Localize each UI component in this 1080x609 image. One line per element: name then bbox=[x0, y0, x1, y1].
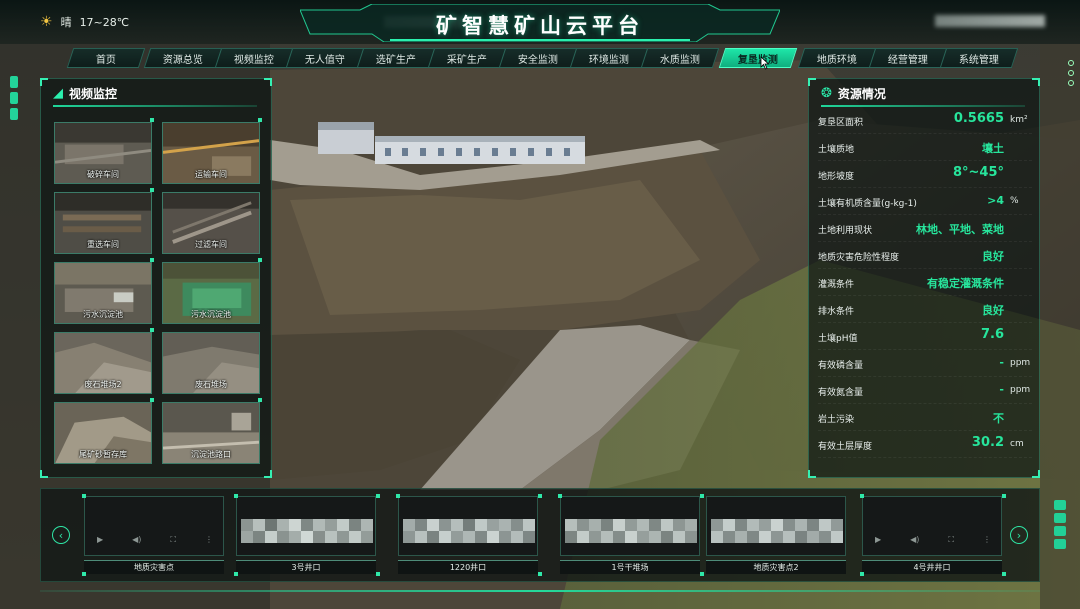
tab-reclamation-monitoring[interactable]: 复垦监测 bbox=[718, 48, 798, 68]
chevron-right-icon: › bbox=[1016, 528, 1022, 542]
page-title: 矿智慧矿山云平台 bbox=[436, 14, 644, 38]
weather-widget: ☀ 晴 17~28℃ bbox=[40, 14, 129, 30]
play-icon[interactable]: ▶ bbox=[875, 535, 881, 545]
tab-mining-production[interactable]: 采矿生产 bbox=[427, 48, 507, 68]
tab-unattended[interactable]: 无人值守 bbox=[285, 48, 365, 68]
mouse-pointer-icon bbox=[760, 56, 770, 70]
resource-row: 土壤质地 壤土 bbox=[818, 134, 1032, 161]
camera-feed[interactable]: 3号井口 bbox=[236, 496, 376, 574]
tab-environment-monitoring[interactable]: 环境监测 bbox=[569, 48, 649, 68]
blurred-video-content bbox=[565, 519, 697, 551]
blurred-video-content bbox=[241, 519, 373, 551]
camera-strip: ‹ › ▶ ◀) ⛶ ⋮ 地质灾害点 3号井口 1220井口 1号干堆场 地质灾… bbox=[40, 488, 1040, 582]
camera-label: 1220井口 bbox=[398, 560, 538, 574]
video-thumbnail[interactable]: 废石堆场 bbox=[162, 332, 260, 394]
video-thumbnail[interactable]: 废石堆场2 bbox=[54, 332, 152, 394]
camera-feed[interactable]: 1220井口 bbox=[398, 496, 538, 574]
camera-feed[interactable]: 地质灾害点2 bbox=[706, 496, 846, 574]
tab-water-quality[interactable]: 水质监测 bbox=[640, 48, 720, 68]
prev-button[interactable]: ‹ bbox=[52, 526, 70, 544]
resource-row: 土地利用现状 林地、平地、菜地 bbox=[818, 215, 1032, 242]
video-thumbnail[interactable]: 过滤车间 bbox=[162, 192, 260, 254]
video-thumbnail[interactable]: 破碎车间 bbox=[54, 122, 152, 184]
sun-icon: ☀ bbox=[40, 14, 53, 30]
resource-row: 有效土层厚度 30.2 cm bbox=[818, 431, 1032, 458]
resource-row: 有效磷含量 - ppm bbox=[818, 350, 1032, 377]
bottom-accent-line bbox=[40, 590, 1040, 592]
video-thumbnail[interactable]: 运输车间 bbox=[162, 122, 260, 184]
camera-label: 地质灾害点2 bbox=[706, 560, 846, 574]
top-bar: ☀ 晴 17~28℃ 矿智慧矿山云平台 bbox=[0, 0, 1080, 44]
rail-dot-icon bbox=[1068, 70, 1074, 76]
tab-home[interactable]: 首页 bbox=[66, 48, 146, 68]
tab-business-management[interactable]: 经营管理 bbox=[868, 48, 948, 68]
fullscreen-icon[interactable]: ⛶ bbox=[170, 535, 176, 545]
right-side-markers bbox=[1054, 500, 1066, 554]
volume-icon[interactable]: ◀) bbox=[132, 535, 141, 545]
rail-dot-icon bbox=[1068, 60, 1074, 66]
resource-row: 地质灾害危险性程度 良好 bbox=[818, 242, 1032, 269]
tab-safety-monitoring[interactable]: 安全监测 bbox=[498, 48, 578, 68]
volume-icon[interactable]: ◀) bbox=[910, 535, 919, 545]
video-thumbnail[interactable]: 重选车间 bbox=[54, 192, 152, 254]
rail-marker-icon bbox=[10, 92, 18, 104]
leaf-icon: ❂ bbox=[821, 86, 832, 101]
resource-panel-title: 资源情况 bbox=[837, 87, 886, 101]
tab-ore-processing[interactable]: 选矿生产 bbox=[356, 48, 436, 68]
camera-label: 3号井口 bbox=[236, 560, 376, 574]
camera-label: 地质灾害点 bbox=[84, 560, 224, 574]
fullscreen-icon[interactable]: ⛶ bbox=[948, 535, 954, 545]
blurred-logo-right bbox=[935, 15, 1045, 27]
camera-feed[interactable]: ▶ ◀) ⛶ ⋮ 地质灾害点 bbox=[84, 496, 224, 574]
chevron-left-icon: ‹ bbox=[58, 528, 64, 542]
video-panel-title: 视频监控 bbox=[69, 87, 118, 101]
resource-row: 岩土污染不 bbox=[818, 404, 1032, 431]
blurred-video-content bbox=[403, 519, 535, 551]
video-panel-header: ◢ 视频监控 bbox=[53, 85, 117, 102]
left-rail-icons bbox=[10, 76, 18, 120]
camera-label: 1号干堆场 bbox=[560, 560, 700, 574]
rail-marker-icon bbox=[10, 108, 18, 120]
title-frame: 矿智慧矿山云平台 bbox=[300, 4, 780, 42]
camera-icon: ◢ bbox=[53, 86, 63, 101]
blurred-video-content bbox=[711, 519, 843, 551]
camera-label: 4号井井口 bbox=[862, 560, 1002, 574]
resource-row: 排水条件 良好 bbox=[818, 296, 1032, 323]
resource-row: 复垦区面积 0.5665 km² bbox=[818, 107, 1032, 134]
more-icon[interactable]: ⋮ bbox=[205, 535, 213, 545]
rail-dot-icon bbox=[1068, 80, 1074, 86]
temperature-text: 17~28℃ bbox=[79, 15, 130, 29]
camera-feed[interactable]: 1号干堆场 bbox=[560, 496, 700, 574]
resource-row: 地形坡度 8°~45° bbox=[818, 161, 1032, 188]
weather-text: 晴 bbox=[60, 16, 72, 29]
next-button[interactable]: › bbox=[1010, 526, 1028, 544]
right-rail bbox=[1068, 60, 1074, 120]
camera-feed[interactable]: ▶ ◀) ⛶ ⋮ 4号井井口 bbox=[862, 496, 1002, 574]
tab-resource-overview[interactable]: 资源总览 bbox=[143, 48, 223, 68]
resource-panel-header: ❂ 资源情况 bbox=[821, 85, 886, 102]
more-icon[interactable]: ⋮ bbox=[983, 535, 991, 545]
play-icon[interactable]: ▶ bbox=[97, 535, 103, 545]
tab-geological-environment[interactable]: 地质环境 bbox=[797, 48, 877, 68]
video-thumbnail[interactable]: 沉淀池路口 bbox=[162, 402, 260, 464]
video-thumbnail[interactable]: 尾矿砂暂存库 bbox=[54, 402, 152, 464]
resource-row: 有效氮含量 - ppm bbox=[818, 377, 1032, 404]
tab-video-monitoring[interactable]: 视频监控 bbox=[214, 48, 294, 68]
tab-system-management[interactable]: 系统管理 bbox=[939, 48, 1019, 68]
resource-row: 灌溉条件 有稳定灌溉条件 bbox=[818, 269, 1032, 296]
video-thumbnail[interactable]: 污水沉淀池 bbox=[162, 262, 260, 324]
resource-row: 土壤pH值 7.6 bbox=[818, 323, 1032, 350]
resource-row: 土壤有机质含量(g-kg-1) >4% bbox=[818, 188, 1032, 215]
rail-marker-icon bbox=[10, 76, 18, 88]
video-thumbnail[interactable]: 污水沉淀池 bbox=[54, 262, 152, 324]
